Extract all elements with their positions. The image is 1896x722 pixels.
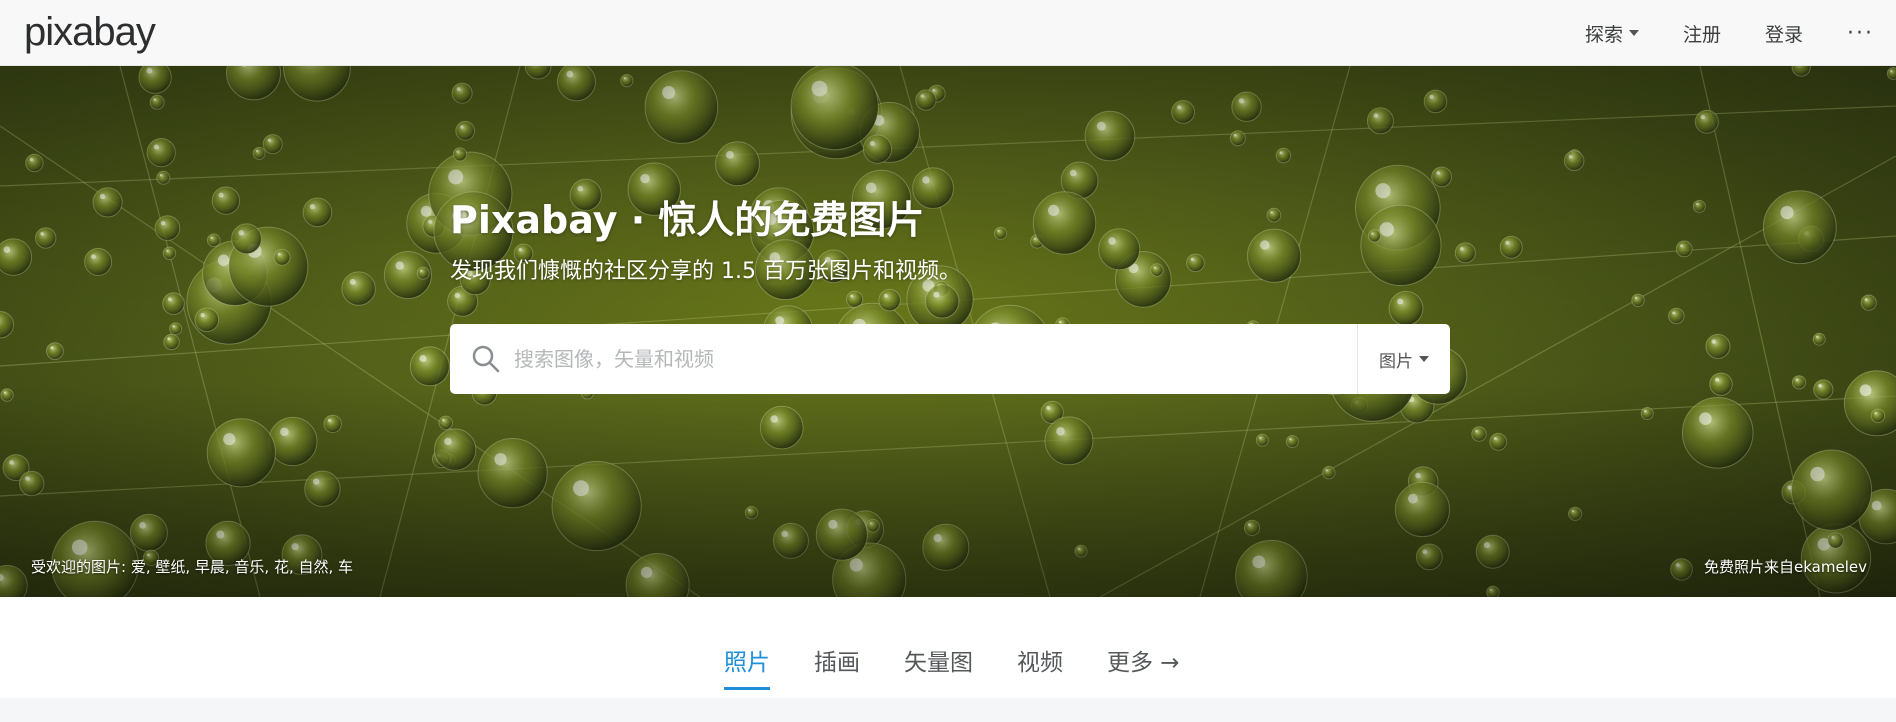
caret-down-icon bbox=[1628, 30, 1639, 36]
pixabay-logo[interactable]: pixabay bbox=[24, 10, 156, 54]
tab-vectors[interactable]: 矢量图 bbox=[904, 643, 973, 690]
tab-videos[interactable]: 视频 bbox=[1017, 643, 1063, 690]
search-input[interactable] bbox=[514, 347, 1384, 371]
header-nav: 探索 注册 登录 ··· bbox=[1585, 0, 1896, 66]
more-menu-icon[interactable]: ··· bbox=[1847, 21, 1874, 46]
search-bar: 图片 bbox=[450, 324, 1450, 394]
photo-credit-link[interactable]: 免费照片来自ekamelev bbox=[1704, 556, 1867, 577]
hero-subtitle: 发现我们慷慨的社区分享的 1.5 百万张图片和视频。 bbox=[450, 259, 961, 284]
media-type-label: 图片 bbox=[1379, 351, 1413, 372]
nav-explore-label: 探索 bbox=[1584, 23, 1623, 46]
media-type-dropdown[interactable]: 图片 bbox=[1357, 324, 1450, 394]
hero-banner: Pixabay · 惊人的免费图片 发现我们慷慨的社区分享的 1.5 百万张图片… bbox=[0, 66, 1896, 597]
tab-more[interactable]: 更多 → bbox=[1107, 643, 1180, 690]
caret-down-icon bbox=[1419, 356, 1429, 362]
nav-register-link[interactable]: 注册 bbox=[1683, 20, 1721, 47]
nav-login-link[interactable]: 登录 bbox=[1765, 20, 1803, 47]
tab-illustrations[interactable]: 插画 bbox=[814, 643, 860, 690]
media-tabs: 照片 插画 矢量图 视频 更多 → bbox=[724, 643, 1224, 690]
top-navigation-bar: pixabay 探索 注册 登录 ··· bbox=[0, 0, 1896, 66]
hero-title: Pixabay · 惊人的免费图片 bbox=[450, 198, 925, 242]
nav-explore-menu[interactable]: 探索 bbox=[1585, 20, 1639, 47]
media-tabs-bar: 照片 插画 矢量图 视频 更多 → bbox=[0, 597, 1896, 698]
popular-images-links[interactable]: 受欢迎的图片: 爱, 壁纸, 早晨, 音乐, 花, 自然, 车 bbox=[31, 556, 353, 577]
content-area-top bbox=[0, 698, 1896, 722]
search-icon[interactable] bbox=[470, 343, 502, 375]
tab-photos[interactable]: 照片 bbox=[724, 643, 770, 690]
